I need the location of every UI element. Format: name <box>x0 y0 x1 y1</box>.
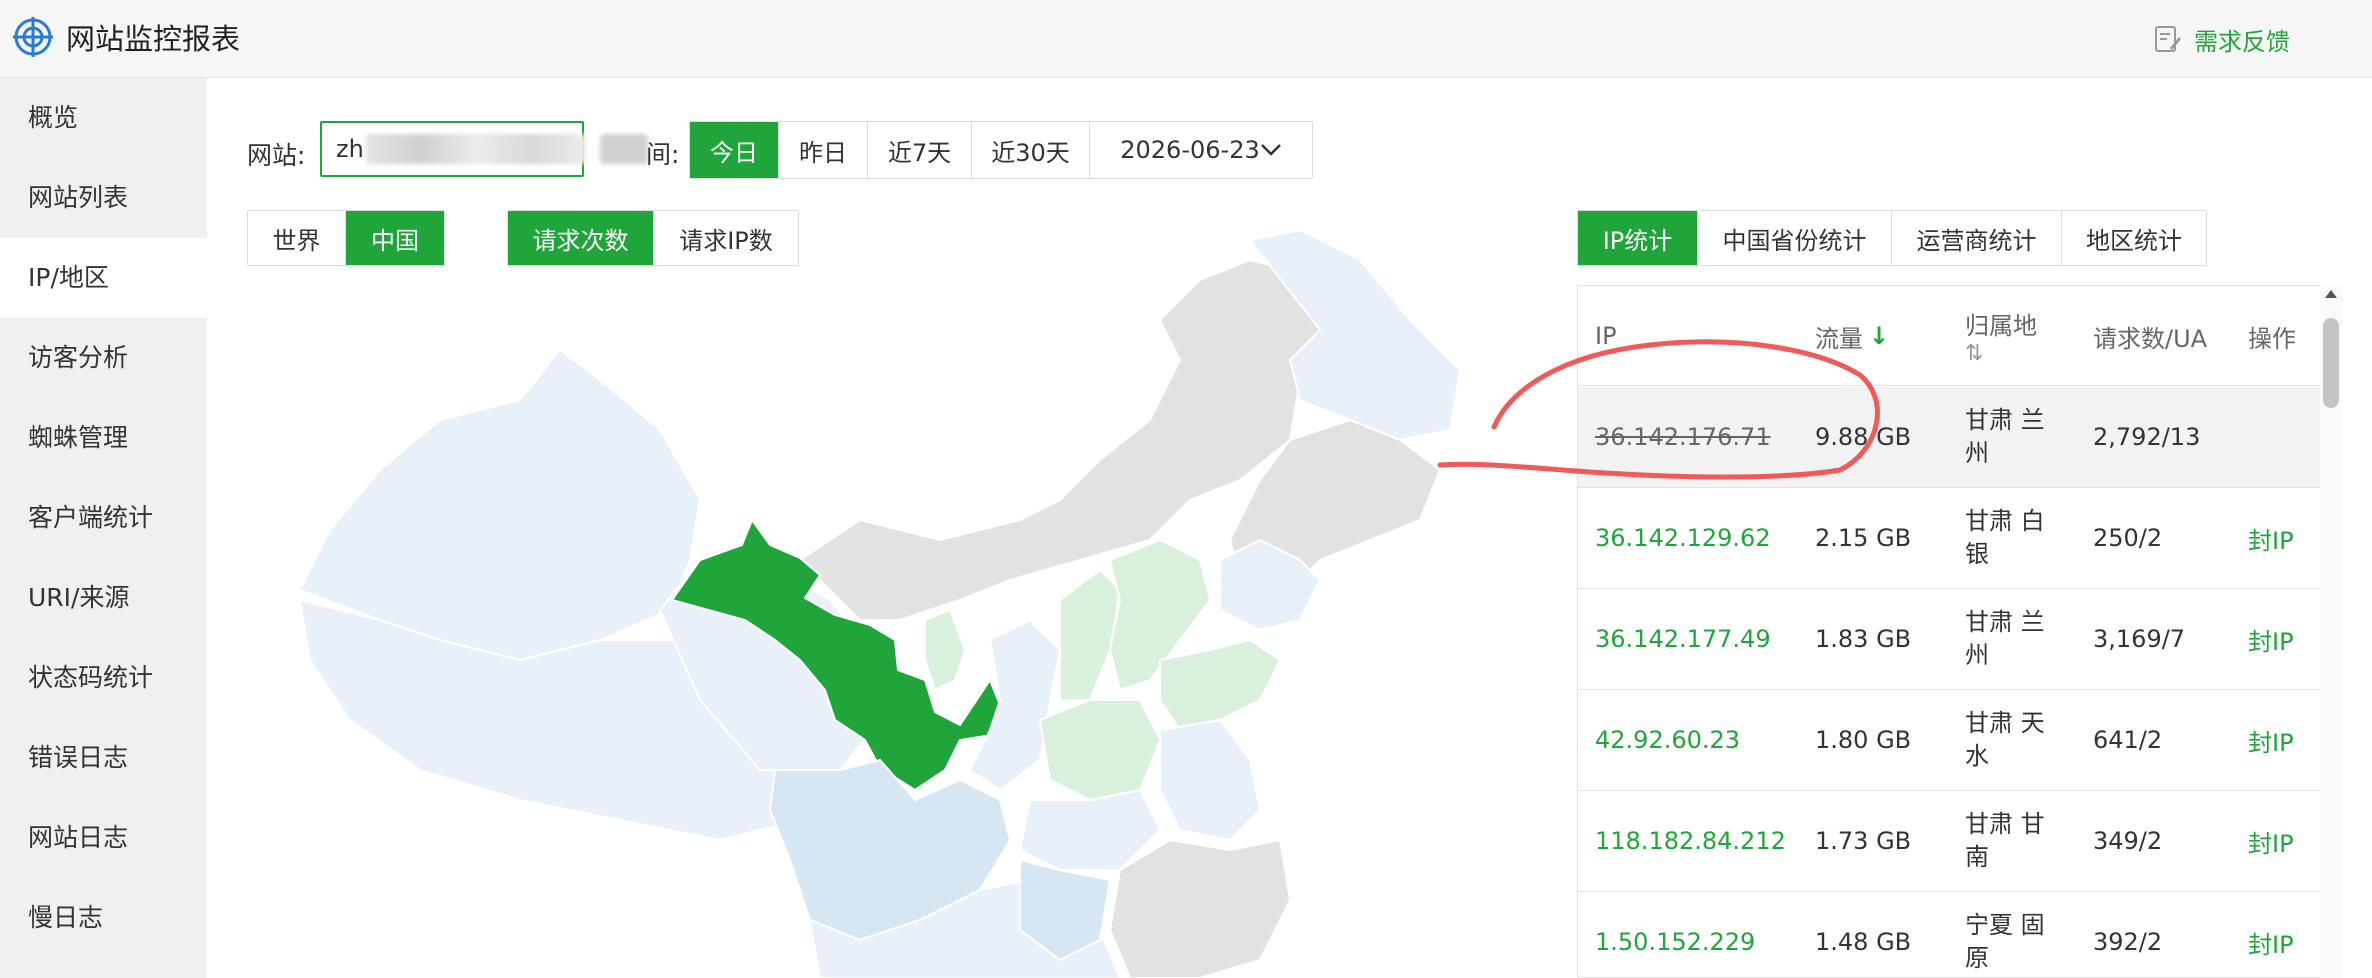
row-location: 甘肃 天水 <box>1965 709 2045 770</box>
sidebar-item-status-code[interactable]: 状态码统计 <box>0 638 207 718</box>
row-traffic: 1.83 GB <box>1815 625 1912 653</box>
target-logo-icon <box>13 17 53 57</box>
row-ip: 36.142.176.71 <box>1595 423 1771 451</box>
sidebar-item-error-log[interactable]: 错误日志 <box>0 718 207 798</box>
tab-province-stats[interactable]: 中国省份统计 <box>1698 211 1892 265</box>
row-ip[interactable]: 1.50.152.229 <box>1595 892 1755 977</box>
date-picker-value: 2026-06-23 <box>1120 136 1260 164</box>
ip-stats-table: IP 流量 ↓ 归属地 ⇅ 请求数/UA 操作 36.142.176.71 9.… <box>1577 285 2320 978</box>
map-region-xinjiang <box>298 348 702 662</box>
header-ip: IP <box>1595 322 1617 350</box>
sidebar-item-spider-management[interactable]: 蜘蛛管理 <box>0 398 207 478</box>
feedback-button[interactable]: 需求反馈 <box>2152 22 2290 56</box>
row-requests: 3,169/7 <box>2093 625 2186 653</box>
sort-down-icon: ↓ <box>1869 322 1890 350</box>
edit-note-icon <box>2155 26 2181 52</box>
row-requests: 349/2 <box>2093 827 2163 855</box>
row-location: 甘肃 兰州 <box>1965 608 2045 669</box>
row-block-ip-button[interactable]: 封IP <box>2248 690 2294 790</box>
table-header: IP 流量 ↓ 归属地 ⇅ 请求数/UA 操作 <box>1578 286 2320 386</box>
tab-ip-stats[interactable]: IP统计 <box>1578 211 1698 265</box>
row-location: 宁夏 固原 <box>1965 911 2045 972</box>
feedback-label: 需求反馈 <box>2194 27 2290 56</box>
map-region-henan <box>1038 699 1162 802</box>
sidebar-item-slow-log[interactable]: 慢日志 <box>0 878 207 958</box>
sidebar-item-overview[interactable]: 概览 <box>0 78 207 158</box>
sidebar-item-site-list[interactable]: 网站列表 <box>0 158 207 238</box>
row-block-ip-button[interactable]: 封IP <box>2248 589 2294 689</box>
row-block-ip-button[interactable]: 封IP <box>2248 488 2294 588</box>
scroll-up-icon[interactable] <box>2325 290 2337 298</box>
row-ip[interactable]: 36.142.177.49 <box>1595 589 1771 689</box>
date-picker[interactable]: 2026-06-23 <box>1090 122 1312 178</box>
date-today-button[interactable]: 今日 <box>690 122 779 178</box>
stat-tabs: IP统计 中国省份统计 运营商统计 地区统计 <box>1577 210 2207 266</box>
row-block-ip-button[interactable]: 封IP <box>2248 892 2294 977</box>
row-traffic: 9.88 GB <box>1815 423 1912 451</box>
time-label: 间: <box>646 140 680 169</box>
row-traffic: 1.73 GB <box>1815 827 1912 855</box>
row-requests: 641/2 <box>2093 726 2163 754</box>
sidebar-item-ip-region[interactable]: IP/地区 <box>0 238 207 318</box>
sidebar-item-client-stats[interactable]: 客户端统计 <box>0 478 207 558</box>
china-map[interactable] <box>270 220 1490 978</box>
chevron-down-icon <box>1260 144 1281 156</box>
row-ip[interactable]: 42.92.60.23 <box>1595 690 1740 790</box>
sidebar: 概览 网站列表 IP/地区 访客分析 蜘蛛管理 客户端统计 URI/来源 状态码… <box>0 78 207 978</box>
header-location[interactable]: 归属地 ⇅ <box>1965 286 2037 386</box>
row-traffic: 2.15 GB <box>1815 524 1912 552</box>
tab-isp-stats[interactable]: 运营商统计 <box>1892 211 2062 265</box>
row-requests: 2,792/13 <box>2093 423 2201 451</box>
map-region-east-south <box>1108 838 1292 978</box>
tab-region-stats[interactable]: 地区统计 <box>2062 211 2206 265</box>
sidebar-item-visitor-analysis[interactable]: 访客分析 <box>0 318 207 398</box>
map-region-shandong <box>1159 638 1282 732</box>
row-location: 甘肃 甘南 <box>1965 810 2045 871</box>
row-location: 甘肃 兰州 <box>1965 406 2045 467</box>
row-ip[interactable]: 118.182.84.212 <box>1595 791 1786 891</box>
header-location-label: 归属地 <box>1965 312 2037 340</box>
site-input-value: zh <box>336 135 364 163</box>
row-location: 甘肃 白银 <box>1965 507 2045 568</box>
app-header: 网站监控报表 需求反馈 <box>0 0 2372 78</box>
header-traffic[interactable]: 流量 ↓ <box>1815 286 1889 386</box>
date-yesterday-button[interactable]: 昨日 <box>779 122 868 178</box>
sort-both-icon: ⇅ <box>1965 341 1984 366</box>
header-requests: 请求数/UA <box>2093 324 2208 353</box>
row-requests: 250/2 <box>2093 524 2163 552</box>
table-row: 36.142.177.49 1.83 GB 甘肃 兰州 3,169/7 封IP <box>1578 589 2320 690</box>
date-30days-button[interactable]: 近30天 <box>972 122 1090 178</box>
header-action: 操作 <box>2248 324 2296 353</box>
table-row: 118.182.84.212 1.73 GB 甘肃 甘南 349/2 封IP <box>1578 791 2320 892</box>
table-row: 36.142.129.62 2.15 GB 甘肃 白银 250/2 封IP <box>1578 488 2320 589</box>
app-title: 网站监控报表 <box>66 22 241 56</box>
redacted-time-label <box>600 134 648 164</box>
site-label: 网站: <box>247 141 306 170</box>
row-block-ip-button[interactable]: 封IP <box>2248 791 2294 891</box>
row-traffic: 1.48 GB <box>1815 928 1912 956</box>
redacted-site-name <box>366 134 586 164</box>
table-row: 36.142.176.71 9.88 GB 甘肃 兰州 2,792/13 <box>1578 387 2320 488</box>
sidebar-item-uri-source[interactable]: URI/来源 <box>0 558 207 638</box>
table-row: 1.50.152.229 1.48 GB 宁夏 固原 392/2 封IP <box>1578 892 2320 977</box>
map-region-jiangsu <box>1159 718 1262 842</box>
row-ip[interactable]: 36.142.129.62 <box>1595 488 1771 588</box>
row-traffic: 1.80 GB <box>1815 726 1912 754</box>
map-region-shanxi <box>1059 568 1122 701</box>
sidebar-item-site-log[interactable]: 网站日志 <box>0 798 207 878</box>
row-requests: 392/2 <box>2093 928 2163 956</box>
scrollbar-thumb[interactable] <box>2323 318 2339 408</box>
table-row: 42.92.60.23 1.80 GB 甘肃 天水 641/2 封IP <box>1578 690 2320 791</box>
date-7days-button[interactable]: 近7天 <box>868 122 972 178</box>
date-range-group: 今日 昨日 近7天 近30天 2026-06-23 <box>689 121 1313 179</box>
map-region-ningxia <box>924 608 967 692</box>
header-traffic-label: 流量 <box>1815 324 1863 353</box>
